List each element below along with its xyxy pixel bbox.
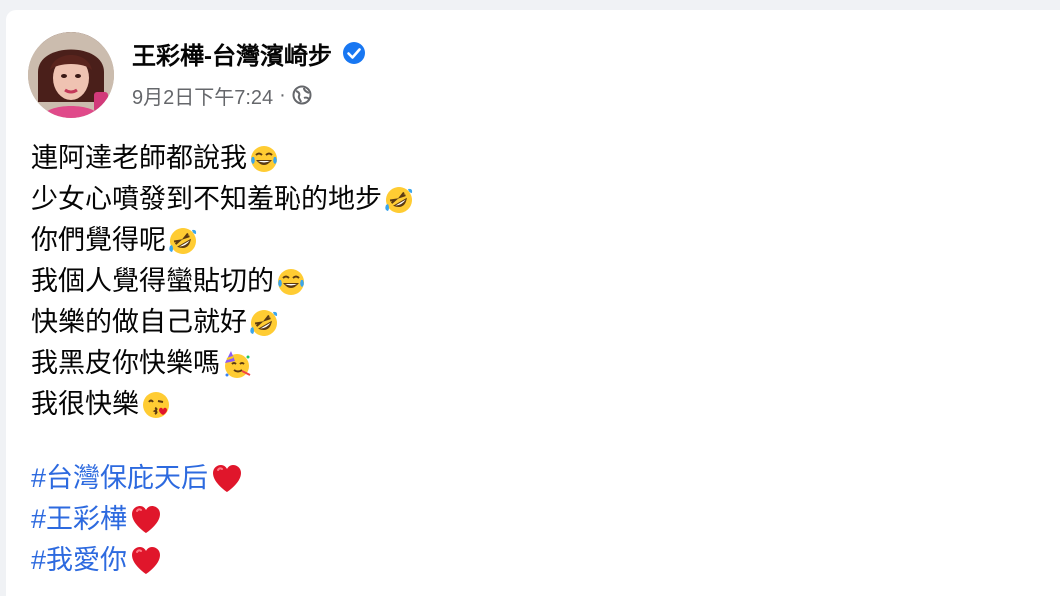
post-body: 連阿達老師都說我 少女心噴發到不知羞恥的地步 你們覺得呢 我個人覺得蠻貼切的 快… [31, 138, 414, 425]
hashtag-link[interactable]: #我愛你 [31, 540, 127, 581]
author-row: 王彩樺-台灣濱崎步 [132, 36, 366, 70]
post-timestamp[interactable]: 9月2日下午7:24 [132, 81, 273, 110]
hashtag-line-1: #台灣保庇天后 [31, 458, 244, 499]
post-line-text: 你們覺得呢 [31, 225, 166, 255]
post-card: 王彩樺-台灣濱崎步 9月2日下午7:24 · 連阿達老師都說我 少女心噴發到不知… [6, 10, 1060, 596]
hashtag-link[interactable]: #王彩樺 [31, 499, 127, 540]
meta-separator: · [279, 83, 286, 106]
post-line-text: 我很快樂 [31, 389, 139, 419]
rolling-on-floor-laughing-icon [168, 226, 198, 256]
hashtag-line-2: #王彩樺 [31, 499, 244, 540]
red-heart-icon [129, 503, 163, 537]
rolling-on-floor-laughing-icon [249, 308, 279, 338]
post-line-4: 我個人覺得蠻貼切的 [31, 261, 414, 302]
red-heart-icon [129, 544, 163, 578]
post-line-6: 我黑皮你快樂嗎 [31, 343, 414, 384]
face-blowing-kiss-icon [141, 390, 171, 420]
hashtag-list: #台灣保庇天后 #王彩樺 #我愛你 [31, 458, 244, 581]
hashtag-line-3: #我愛你 [31, 540, 244, 581]
post-line-text: 我個人覺得蠻貼切的 [31, 266, 274, 296]
post-line-text: 我黑皮你快樂嗎 [31, 348, 220, 378]
post-line-text: 少女心噴發到不知羞恥的地步 [31, 184, 382, 214]
globe-icon[interactable] [292, 85, 312, 105]
post-line-5: 快樂的做自己就好 [31, 302, 414, 343]
author-name[interactable]: 王彩樺-台灣濱崎步 [132, 36, 332, 71]
post-line-text: 快樂的做自己就好 [31, 307, 247, 337]
grinning-sweat-tears-icon [276, 267, 306, 297]
post-line-3: 你們覺得呢 [31, 220, 414, 261]
post-line-1: 連阿達老師都說我 [31, 138, 414, 179]
partying-face-icon [222, 349, 252, 379]
hashtag-link[interactable]: #台灣保庇天后 [31, 458, 208, 499]
post-line-7: 我很快樂 [31, 384, 414, 425]
post-line-2: 少女心噴發到不知羞恥的地步 [31, 179, 414, 220]
post-line-text: 連阿達老師都說我 [31, 143, 247, 173]
red-heart-icon [210, 462, 244, 496]
verified-badge-icon [343, 42, 365, 64]
avatar[interactable] [28, 32, 114, 118]
grinning-sweat-tears-icon [249, 144, 279, 174]
post-meta: 9月2日下午7:24 · [132, 80, 312, 110]
rolling-on-floor-laughing-icon [384, 185, 414, 215]
